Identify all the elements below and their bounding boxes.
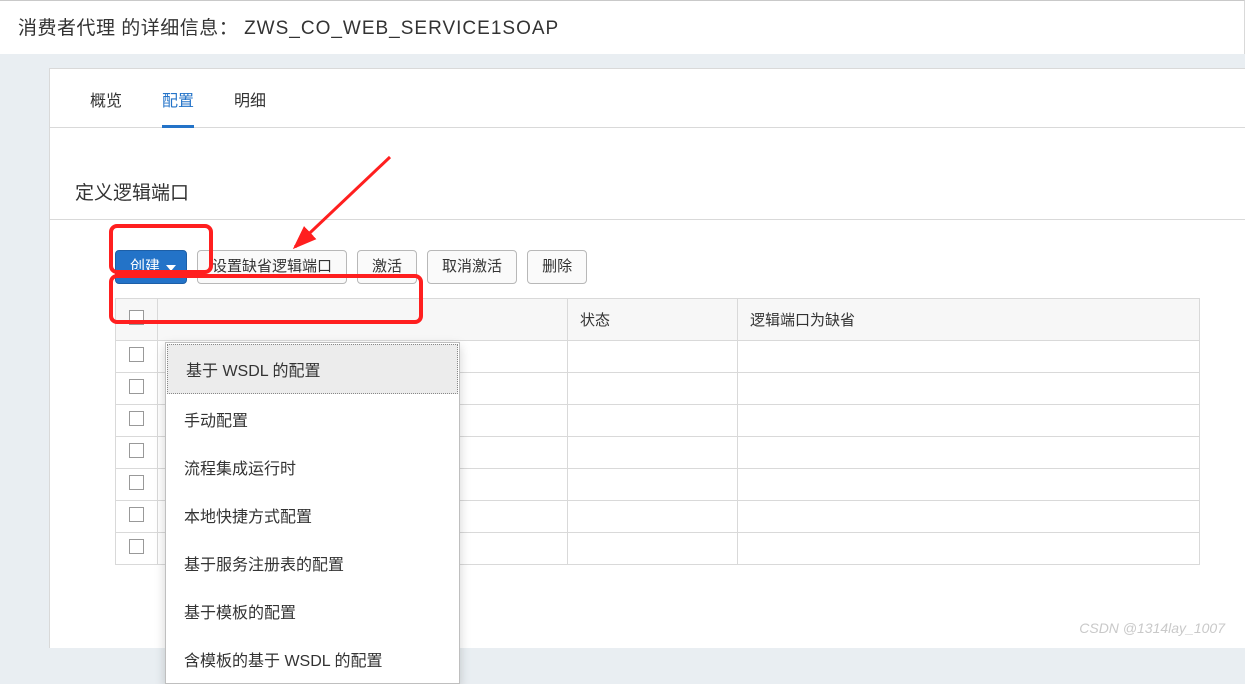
cell-state [568, 532, 738, 564]
row-checkbox[interactable] [116, 340, 158, 372]
cell-default [738, 468, 1200, 500]
column-state: 状态 [568, 298, 738, 340]
menu-item-manual-config[interactable]: 手动配置 [166, 395, 459, 443]
checkbox-icon [129, 539, 144, 554]
cell-state [568, 340, 738, 372]
tab-overview[interactable]: 概览 [90, 87, 122, 127]
page-title-code: ZWS_CO_WEB_SERVICE1SOAP [244, 18, 559, 39]
create-button[interactable]: 创建 [115, 250, 187, 284]
cell-default [738, 404, 1200, 436]
menu-item-wsdl-config[interactable]: 基于 WSDL 的配置 [167, 344, 458, 394]
checkbox-icon [129, 475, 144, 490]
checkbox-icon [129, 443, 144, 458]
chevron-down-icon [166, 265, 176, 271]
cell-state [568, 404, 738, 436]
menu-item-process-integration[interactable]: 流程集成运行时 [166, 443, 459, 491]
column-select-all[interactable] [116, 298, 158, 340]
watermark: CSDN @1314lay_1007 [1079, 620, 1225, 636]
delete-button[interactable]: 删除 [527, 250, 587, 284]
row-checkbox[interactable] [116, 404, 158, 436]
row-checkbox[interactable] [116, 372, 158, 404]
tab-config[interactable]: 配置 [162, 87, 194, 127]
cell-default [738, 532, 1200, 564]
table-header-row: 状态 逻辑端口为缺省 [116, 298, 1200, 340]
menu-item-local-shortcut[interactable]: 本地快捷方式配置 [166, 491, 459, 539]
section-title: 定义逻辑端口 [50, 128, 1245, 220]
tabs: 概览 配置 明细 [50, 69, 1245, 128]
activate-button[interactable]: 激活 [357, 250, 417, 284]
column-name [158, 298, 568, 340]
cell-default [738, 436, 1200, 468]
cell-state [568, 468, 738, 500]
cell-default [738, 340, 1200, 372]
checkbox-icon [129, 310, 144, 325]
row-checkbox[interactable] [116, 468, 158, 500]
menu-item-service-registry[interactable]: 基于服务注册表的配置 [166, 539, 459, 587]
row-checkbox[interactable] [116, 500, 158, 532]
toolbar: 创建 设置缺省逻辑端口 激活 取消激活 删除 [50, 220, 1245, 298]
checkbox-icon [129, 379, 144, 394]
menu-item-template-config[interactable]: 基于模板的配置 [166, 587, 459, 635]
checkbox-icon [129, 411, 144, 426]
content-panel: 概览 配置 明细 定义逻辑端口 创建 设置缺省逻辑端口 激活 取消激活 删除 状… [49, 68, 1245, 648]
checkbox-icon [129, 507, 144, 522]
menu-item-template-wsdl[interactable]: 含模板的基于 WSDL 的配置 [166, 635, 459, 683]
create-dropdown: 基于 WSDL 的配置 手动配置 流程集成运行时 本地快捷方式配置 基于服务注册… [165, 342, 460, 684]
page-title-prefix: 消费者代理 的详细信息： [18, 18, 238, 39]
cell-default [738, 500, 1200, 532]
column-default-port: 逻辑端口为缺省 [738, 298, 1200, 340]
checkbox-icon [129, 347, 144, 362]
deactivate-button[interactable]: 取消激活 [427, 250, 517, 284]
cell-default [738, 372, 1200, 404]
cell-state [568, 436, 738, 468]
create-button-label: 创建 [130, 257, 160, 277]
cell-state [568, 500, 738, 532]
set-default-port-button[interactable]: 设置缺省逻辑端口 [197, 250, 347, 284]
row-checkbox[interactable] [116, 532, 158, 564]
cell-state [568, 372, 738, 404]
page-title-bar: 消费者代理 的详细信息： ZWS_CO_WEB_SERVICE1SOAP [0, 0, 1245, 54]
tab-details[interactable]: 明细 [234, 87, 266, 127]
row-checkbox[interactable] [116, 436, 158, 468]
